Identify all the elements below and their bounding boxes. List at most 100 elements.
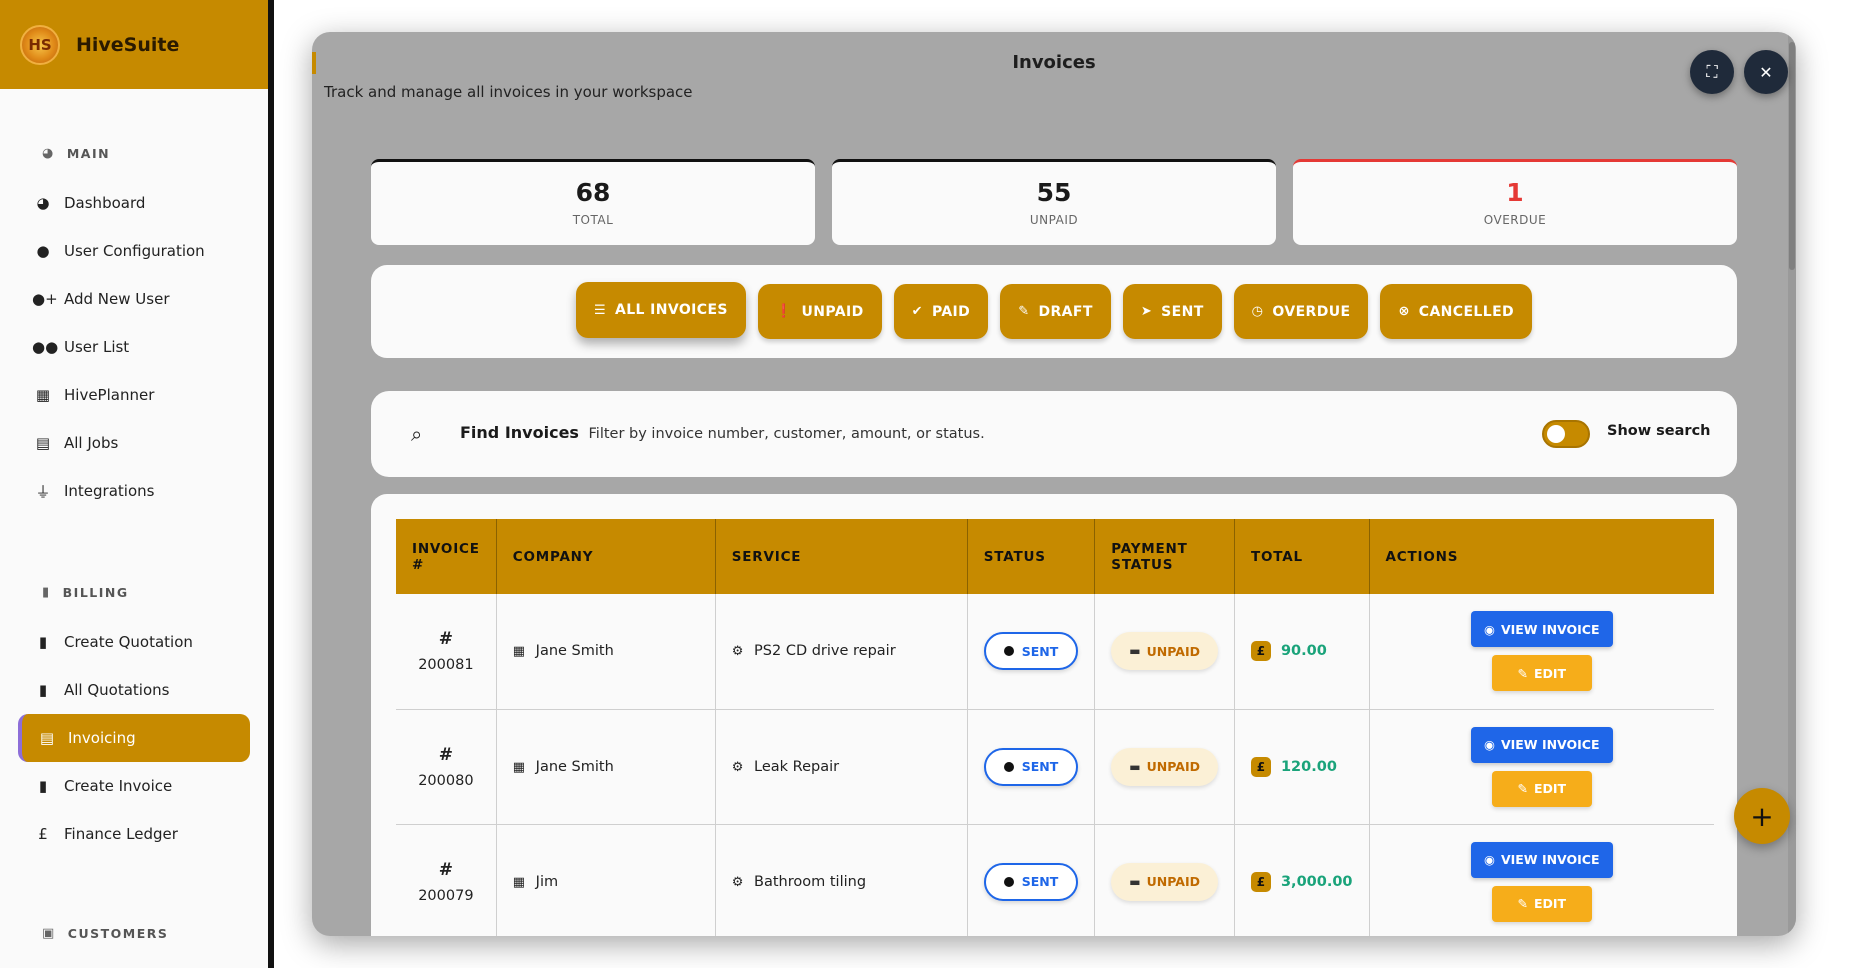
total-value: 90.00 [1280,643,1327,660]
sidebar-item-create-quotation[interactable]: ▮ Create Quotation [0,618,268,666]
show-search-toggle[interactable] [1542,420,1590,448]
view-label: VIEW INVOICE [1500,852,1600,867]
cell-invoice-number: # 200081 [396,594,497,710]
table-row[interactable]: # 200080 ▦ Jane Smith ⚙ Leak Repair SENT… [396,709,1714,825]
edit-button[interactable]: ✎ EDIT [1491,770,1592,807]
header-label: ACTIONS [1385,548,1459,565]
sidebar-item-add-new-user[interactable]: ●+ Add New User [0,275,268,323]
stat-overdue: 1 OVERDUE [1293,159,1737,245]
sidebar-item-label: Integrations [64,482,155,500]
edit-label: EDIT [1533,896,1567,911]
cell-company: ▦ Jim [496,824,716,936]
sidebar-item-integrations[interactable]: ⏚ Integrations [0,467,268,515]
sidebar-item-all-jobs[interactable]: ▤ All Jobs [0,419,268,467]
sidebar-item-user-list[interactable]: ●● User List [0,323,268,371]
filter-label: SENT [1161,303,1204,320]
brand-name: HiveSuite [76,33,180,56]
hash-symbol: # [438,744,453,765]
payment-text: UNPAID [1146,643,1200,659]
col-status[interactable]: STATUS [967,519,1096,594]
view-invoice-button[interactable]: ◉ VIEW INVOICE [1470,611,1613,648]
expand-button[interactable]: ⛶ [1690,50,1734,94]
edit-button[interactable]: ✎ EDIT [1491,885,1592,922]
sidebar-item-label: User Configuration [64,242,205,260]
total-value: 120.00 [1280,758,1337,775]
cell-service: ⚙ Bathroom tiling [715,824,968,936]
service-name: PS2 CD drive repair [754,643,896,660]
cell-payment-status: ▬ UNPAID [1094,709,1235,825]
sidebar-scrollbar[interactable] [268,430,274,968]
col-actions[interactable]: ACTIONS [1369,519,1714,594]
col-payment-status[interactable]: PAYMENT STATUS [1094,519,1235,594]
stat-value: 55 [1036,178,1072,207]
header-label: STATUS [983,548,1046,565]
cell-invoice-number: # 200080 [396,709,497,825]
edit-label: EDIT [1533,781,1567,796]
filter-label: OVERDUE [1272,303,1351,320]
eye-icon: ◉ [1484,621,1495,637]
sidebar-item-dashboard[interactable]: ◕ Dashboard [0,179,268,227]
invoice-number: 200080 [418,772,474,789]
cell-invoice-number: # 200079 [396,824,497,936]
service-name: Bathroom tiling [754,873,867,890]
brand-header[interactable]: HS HiveSuite [0,0,268,89]
col-total[interactable]: TOTAL [1234,519,1370,594]
briefcase-icon: ▤ [35,434,51,452]
edit-button[interactable]: ✎ EDIT [1491,655,1592,692]
col-invoice-number[interactable]: INVOICE # [396,519,497,594]
modal-scrollbar[interactable] [1788,32,1796,936]
view-invoice-button[interactable]: ◉ VIEW INVOICE [1470,726,1613,763]
file-invoice-icon: ▮ [38,633,48,651]
col-service[interactable]: SERVICE [715,519,968,594]
table-row[interactable]: # 200081 ▦ Jane Smith ⚙ PS2 CD drive rep… [396,594,1714,710]
paper-plane-icon: ➤ [1140,304,1153,319]
col-company[interactable]: COMPANY [496,519,716,594]
cell-status: SENT [967,709,1096,825]
cell-actions: ◉ VIEW INVOICE ✎ EDIT [1369,824,1714,936]
invoices-modal: Invoices Track and manage all invoices i… [312,32,1796,936]
view-invoice-button[interactable]: ◉ VIEW INVOICE [1470,841,1613,878]
close-button[interactable]: ✕ [1744,50,1788,94]
sidebar-item-hiveplanner[interactable]: ▦ HivePlanner [0,371,268,419]
filter-all-invoices[interactable]: ☰ ALL INVOICES [575,282,746,338]
sidebar-item-user-configuration[interactable]: ● User Configuration [0,227,268,275]
stat-label: UNPAID [1029,213,1079,227]
payment-badge: ▬ UNPAID [1111,747,1218,786]
header-label: PAYMENT STATUS [1111,540,1188,573]
status-badge: SENT [983,747,1079,786]
building-icon: ▦ [512,874,526,890]
table-row[interactable]: # 200079 ▦ Jim ⚙ Bathroom tiling SENT ▬ … [396,824,1714,936]
filter-overdue[interactable]: ◷ OVERDUE [1233,284,1369,339]
scrollbar-thumb[interactable] [1789,42,1795,270]
sidebar-item-create-invoice[interactable]: ▮ Create Invoice [0,762,268,810]
filter-paid[interactable]: ✔ PAID [893,284,989,339]
page-subtitle: Track and manage all invoices in your wo… [324,83,693,101]
status-badge: SENT [983,632,1079,671]
credit-card-icon: ▬ [1129,874,1141,889]
filter-sent[interactable]: ➤ SENT [1122,284,1222,339]
filter-label: UNPAID [801,303,864,320]
sidebar-item-label: Finance Ledger [64,825,178,843]
sidebar-item-label: Invoicing [68,729,136,747]
total-value: 3,000.00 [1280,873,1353,890]
sidebar-item-all-quotations[interactable]: ▮ All Quotations [0,666,268,714]
add-invoice-fab[interactable]: + [1734,788,1790,844]
show-search-label: Show search [1607,423,1711,439]
section-title: MAIN [66,146,111,161]
filter-cancelled[interactable]: ⊗ CANCELLED [1380,284,1533,339]
cell-service: ⚙ Leak Repair [715,709,968,825]
company-name: Jim [535,873,559,890]
cell-total: £ 3,000.00 [1234,824,1370,936]
plus-icon: + [1750,799,1774,833]
table-header-row: INVOICE # COMPANY SERVICE STATUS PAYMENT… [396,519,1714,594]
stat-value: 68 [575,178,611,207]
sidebar-item-finance-ledger[interactable]: £ Finance Ledger [0,810,268,858]
gears-icon: ⚙ [731,644,744,660]
expand-icon: ⛶ [1706,62,1718,81]
sidebar-item-invoicing[interactable]: ▤ Invoicing [18,714,250,762]
edit-icon: ✎ [1018,304,1030,319]
filter-draft[interactable]: ✎ DRAFT [1000,284,1111,339]
toggle-knob [1547,425,1565,443]
filter-unpaid[interactable]: ❗ UNPAID [757,284,882,339]
filter-card: ☰ ALL INVOICES ❗ UNPAID ✔ PAID ✎ DRAFT ➤… [371,265,1737,358]
